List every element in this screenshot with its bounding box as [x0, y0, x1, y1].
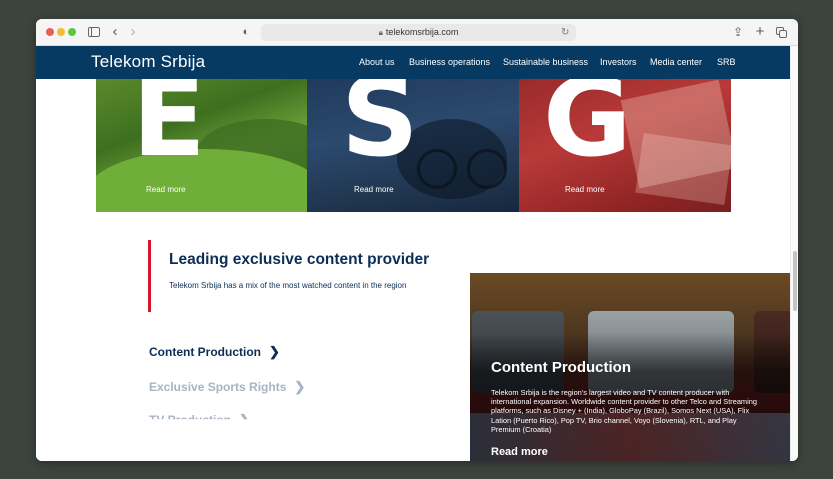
lock-icon: 🔒︎ [378, 28, 383, 37]
close-window-button[interactable] [46, 28, 54, 36]
reload-icon[interactable]: ↻ [561, 24, 569, 41]
category-tv-production[interactable]: TV Production ❯ [149, 412, 250, 427]
privacy-shield-icon[interactable]: ◐ [240, 24, 252, 40]
minimize-window-button[interactable] [57, 28, 65, 36]
tile-letter: S [341, 79, 419, 181]
chevron-right-icon: ❯ [239, 412, 250, 427]
card-title: Content Production [491, 359, 631, 376]
category-label: Exclusive Sports Rights [149, 380, 287, 394]
card-description: Telekom Srbija is the region's largest v… [491, 388, 757, 434]
chevron-right-icon: ❯ [294, 379, 306, 394]
page-scrollbar[interactable] [790, 46, 798, 461]
card-read-more-link[interactable]: Read more [491, 446, 548, 458]
category-label: TV Production [149, 413, 231, 427]
browser-window: ‹ › ◐ 🔒︎ telekomsrbija.com ↻ ⇪ + Telekom … [36, 19, 798, 461]
sidebar-toggle-icon[interactable] [87, 24, 101, 40]
section-subtitle: Telekom Srbija has a mix of the most wat… [169, 281, 407, 290]
esg-tile-social[interactable]: S Read more [307, 79, 519, 212]
nav-investors[interactable]: Investors [600, 57, 637, 67]
section-title: Leading exclusive content provider [169, 251, 430, 268]
section-accent-bar [148, 240, 151, 312]
tile-letter: G [543, 79, 632, 181]
chevron-right-icon: ❯ [268, 344, 280, 359]
category-content-production[interactable]: Content Production ❯ [149, 344, 280, 360]
scrollbar-thumb[interactable] [793, 251, 797, 311]
nav-business-operations[interactable]: Business operations [409, 57, 490, 67]
new-tab-icon[interactable]: + [754, 24, 766, 40]
zoom-window-button[interactable] [68, 28, 76, 36]
browser-toolbar: ‹ › ◐ 🔒︎ telekomsrbija.com ↻ ⇪ + [36, 19, 798, 46]
forward-arrow-icon[interactable]: › [127, 24, 139, 40]
featured-card-content-production[interactable]: Content Production Telekom Srbija is the… [470, 273, 790, 461]
nav-language-srb[interactable]: SRB [717, 57, 736, 67]
share-icon[interactable]: ⇪ [732, 24, 744, 40]
nav-about-us[interactable]: About us [359, 57, 395, 67]
address-url: telekomsrbija.com [385, 27, 459, 37]
read-more-link[interactable]: Read more [565, 185, 605, 194]
tab-overview-icon[interactable] [776, 24, 788, 40]
site-header: Telekom Srbija About us Business operati… [36, 46, 790, 79]
nav-media-center[interactable]: Media center [650, 57, 702, 67]
category-exclusive-sports-rights[interactable]: Exclusive Sports Rights ❯ [149, 379, 305, 395]
esg-tile-environmental[interactable]: E Read more [96, 79, 307, 212]
tile-letter: E [132, 79, 206, 181]
nav-sustainable-business[interactable]: Sustainable business [503, 57, 588, 67]
site-logo[interactable]: Telekom Srbija [91, 52, 205, 72]
back-arrow-icon[interactable]: ‹ [109, 24, 121, 40]
page-content: E Read more S Read more G Read more Lead… [36, 79, 790, 461]
read-more-link[interactable]: Read more [354, 185, 394, 194]
esg-tile-governance[interactable]: G Read more [519, 79, 731, 212]
address-bar[interactable]: 🔒︎ telekomsrbija.com [261, 24, 576, 41]
read-more-link[interactable]: Read more [146, 185, 186, 194]
category-label: Content Production [149, 345, 261, 359]
